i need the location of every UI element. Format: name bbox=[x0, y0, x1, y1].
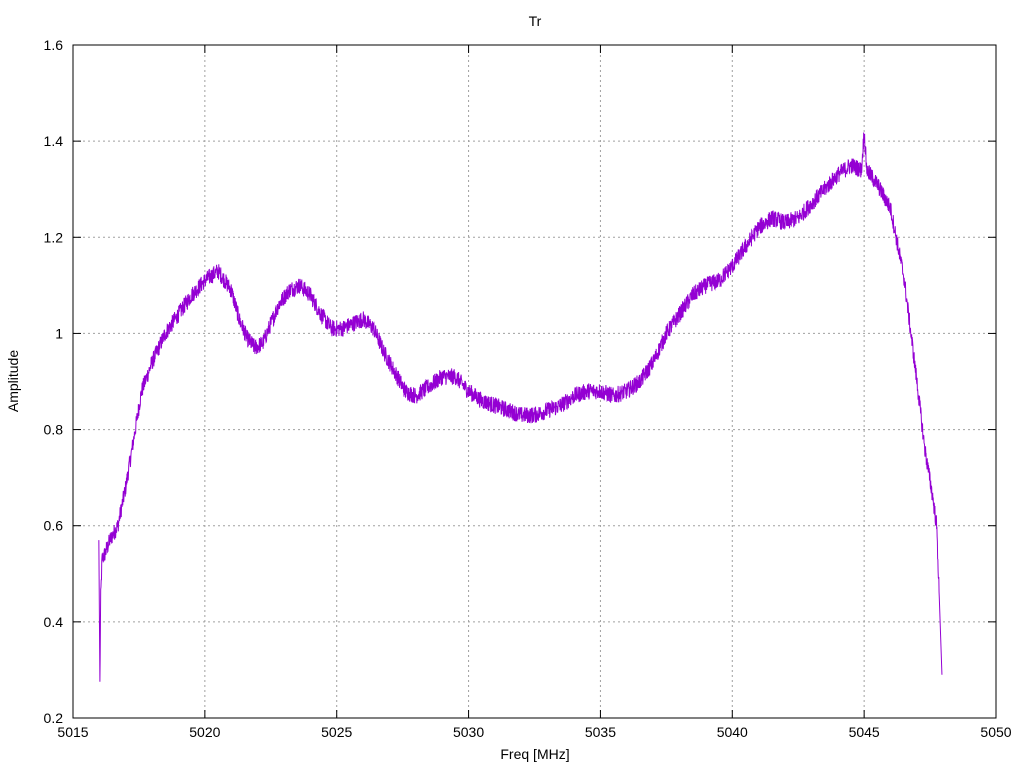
y-tick-label: 1.4 bbox=[44, 133, 64, 149]
x-tick-label: 5025 bbox=[321, 724, 352, 740]
chart-title: Tr bbox=[529, 13, 542, 29]
y-axis-label: Amplitude bbox=[5, 350, 21, 412]
x-tick-label: 5040 bbox=[717, 724, 748, 740]
x-tick-label: 5035 bbox=[585, 724, 616, 740]
x-axis-label: Freq [MHz] bbox=[500, 746, 569, 762]
y-tick-label: 0.6 bbox=[44, 518, 64, 534]
x-tick-label: 5050 bbox=[980, 724, 1011, 740]
y-tick-label: 1.6 bbox=[44, 37, 64, 53]
y-tick-label: 1 bbox=[55, 325, 63, 341]
y-tick-label: 0.8 bbox=[44, 422, 64, 438]
y-tick-label: 1.2 bbox=[44, 229, 64, 245]
x-tick-label: 5030 bbox=[453, 724, 484, 740]
chart-background bbox=[0, 0, 1024, 768]
chart: 5015 5020 5025 5030 5035 5040 5045 5050 0.2 0.4 0.… bbox=[0, 0, 1024, 768]
y-tick-label: 0.4 bbox=[44, 614, 64, 630]
x-tick-label: 5015 bbox=[57, 724, 88, 740]
x-tick-label: 5020 bbox=[189, 724, 220, 740]
x-tick-label: 5045 bbox=[849, 724, 880, 740]
y-tick-label: 0.2 bbox=[44, 710, 64, 726]
